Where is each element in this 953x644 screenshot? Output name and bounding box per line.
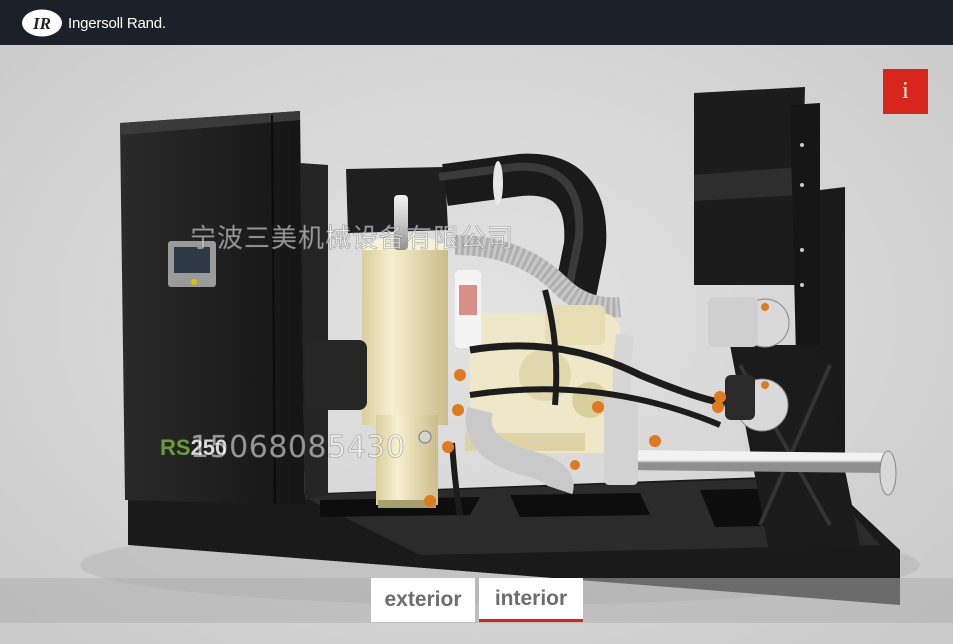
model-prefix: RS xyxy=(160,435,191,460)
compressor-illustration xyxy=(80,87,920,605)
watermark-company: 宁波三美机械设备有限公司 xyxy=(190,224,515,255)
svg-text:IR: IR xyxy=(32,14,51,33)
brand-name: Ingersoll Rand. xyxy=(68,14,166,32)
brand-logo[interactable]: IR Ingersoll Rand. xyxy=(20,6,166,40)
info-button[interactable]: i xyxy=(883,69,928,114)
exterior-view-button[interactable]: exterior xyxy=(371,578,475,622)
watermark-phone: 15068085430 xyxy=(190,430,406,466)
header-bar: IR Ingersoll Rand. xyxy=(0,0,953,45)
interior-view-button[interactable]: interior xyxy=(479,578,583,622)
view-toolbar xyxy=(0,578,953,623)
compressor-3d-view[interactable] xyxy=(0,45,953,644)
ir-logo-icon: IR xyxy=(22,9,62,37)
viewer-page: IR Ingersoll Rand. RS250 宁波三美机械设备有限公司 15… xyxy=(0,0,953,644)
